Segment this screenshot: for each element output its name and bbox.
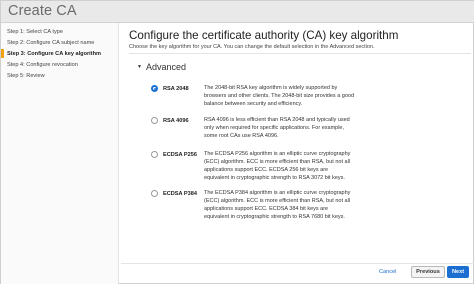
option-description-ecdsa-p384: The ECDSA P384 algorithm is an elliptic …: [204, 190, 351, 220]
cancel-link[interactable]: Cancel: [379, 269, 396, 275]
option-description-rsa-4096: RSA 4096 is less efficient than RSA 2048…: [204, 117, 350, 139]
radio-ecdsa-p384[interactable]: [151, 190, 158, 197]
page-title: Configure the certificate authority (CA)…: [129, 29, 399, 42]
title-divider: [129, 53, 471, 54]
sidebar-step-3[interactable]: Step 3: Configure CA key algorithm: [7, 51, 101, 57]
option-name-ecdsa-p384[interactable]: ECDSA P384: [163, 191, 197, 197]
active-step-marker: [1, 49, 4, 58]
advanced-section-toggle[interactable]: ▼ Advanced: [137, 61, 186, 73]
option-name-rsa-2048[interactable]: RSA 2048: [163, 86, 189, 92]
window-header: Create CA: [1, 1, 474, 23]
steps-sidebar: Step 1: Select CA type Step 2: Configure…: [1, 23, 119, 284]
sidebar-step-4[interactable]: Step 4: Configure revocation: [7, 62, 78, 68]
window-title: Create CA: [8, 3, 77, 19]
footer-divider: [121, 263, 474, 264]
sidebar-step-1[interactable]: Step 1: Select CA type: [7, 29, 63, 35]
option-description-ecdsa-p256: The ECDSA P256 algorithm is an elliptic …: [204, 151, 351, 181]
option-name-rsa-4096[interactable]: RSA 4096: [163, 118, 189, 124]
page-description: Choose the key algorithm for your CA. Yo…: [129, 44, 375, 50]
previous-button[interactable]: Previous: [411, 266, 445, 278]
radio-ecdsa-p256[interactable]: [151, 151, 158, 158]
caret-down-icon: ▼: [137, 64, 142, 70]
radio-rsa-2048[interactable]: [151, 85, 158, 92]
sidebar-step-5[interactable]: Step 5: Review: [7, 73, 45, 79]
main-panel: Configure the certificate authority (CA)…: [121, 23, 474, 284]
radio-rsa-4096[interactable]: [151, 117, 158, 124]
next-button[interactable]: Next: [447, 266, 469, 278]
option-name-ecdsa-p256[interactable]: ECDSA P256: [163, 152, 197, 158]
option-description-rsa-2048: The 2048-bit RSA key algorithm is widely…: [204, 85, 355, 107]
create-ca-window: Create CA Step 1: Select CA type Step 2:…: [0, 0, 474, 284]
sidebar-step-2[interactable]: Step 2: Configure CA subject name: [7, 40, 94, 46]
section-title: Advanced: [145, 62, 186, 72]
